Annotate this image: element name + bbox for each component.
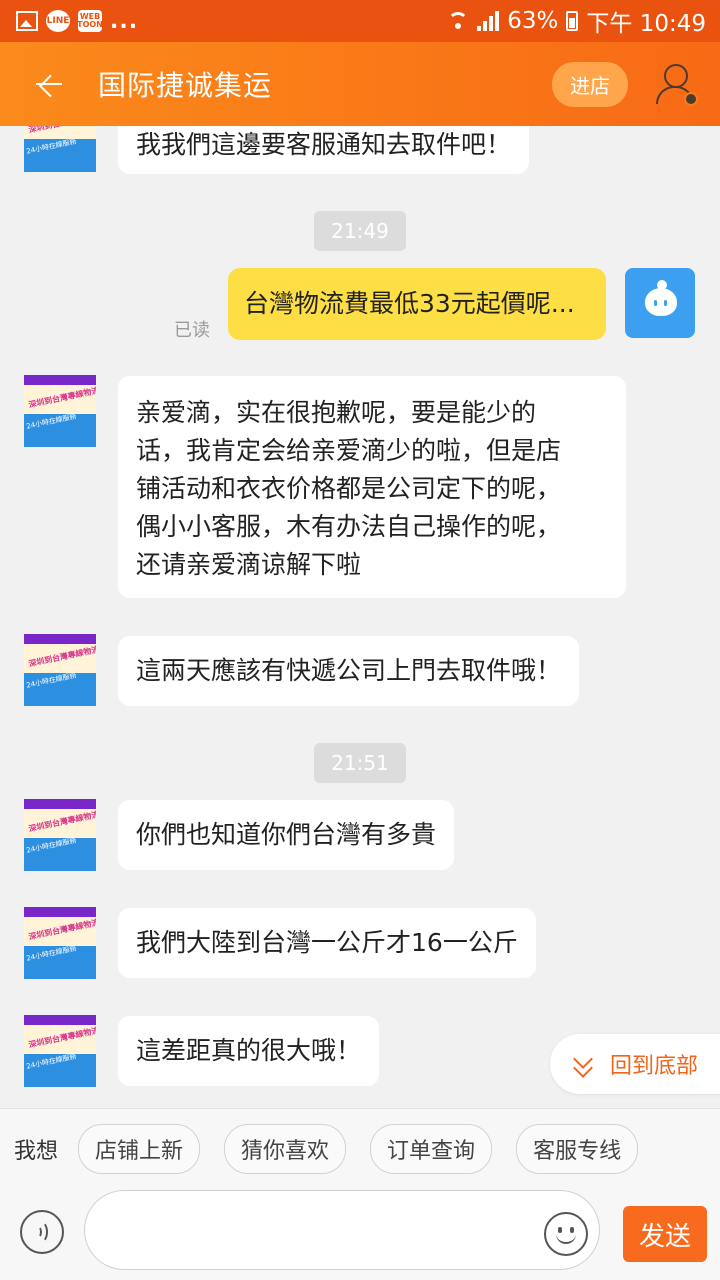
own-message-bubble[interactable]: 台灣物流費最低33元起價呢... <box>228 268 606 340</box>
message-bubble[interactable]: 你們也知道你們台灣有多貴 <box>118 800 455 870</box>
header-bar: 国际捷诚集运 进店 <box>0 42 720 126</box>
input-bar: 发送 <box>0 1188 720 1280</box>
quick-reply-bar: 我想 店铺上新 猜你喜欢 订单查询 客服专线 <box>0 1108 720 1189</box>
message-bubble[interactable]: 亲爱滴，实在很抱歉呢，要是能少的 话，我肯定会给亲爱滴少的啦，但是店 铺活动和衣… <box>118 376 626 598</box>
wifi-icon <box>447 12 469 30</box>
chip-recommendations[interactable]: 猜你喜欢 <box>224 1124 347 1174</box>
chip-customer-service[interactable]: 客服专线 <box>516 1124 639 1174</box>
back-to-bottom-button[interactable]: 回到底部 <box>550 1034 720 1094</box>
signal-icon <box>477 11 500 31</box>
webtoon-icon: WEB TOON <box>77 10 103 32</box>
page-title: 国际捷诚集运 <box>98 69 273 102</box>
message-bubble[interactable]: 這差距真的很大哦！ <box>118 1016 380 1086</box>
message-line: 还请亲爱滴谅解下啦 <box>136 550 362 579</box>
message-line: 亲爱滴，实在很抱歉呢，要是能少的 <box>136 398 537 427</box>
status-bar: LINE WEB TOON ... 63% 下午 10:49 <box>0 0 720 42</box>
quick-reply-label: 我想 <box>14 1139 59 1164</box>
back-to-bottom-label: 回到底部 <box>610 1054 699 1079</box>
back-arrow-icon[interactable] <box>28 64 68 104</box>
chip-new-arrivals[interactable]: 店铺上新 <box>78 1124 201 1174</box>
message-line: 偶小小客服，木有办法自己操作的呢， <box>136 512 562 541</box>
enter-shop-button[interactable]: 进店 <box>552 61 628 107</box>
message-input[interactable] <box>84 1190 600 1270</box>
emoji-icon[interactable] <box>544 1212 588 1256</box>
send-button[interactable]: 发送 <box>623 1206 707 1262</box>
agent-avatar[interactable]: 深圳到台灣專線物流24小時在線服務 <box>24 907 96 979</box>
more-notifications: ... <box>110 8 139 34</box>
message-line: 话，我肯定会给亲爱滴少的啦，但是店 <box>136 436 562 465</box>
battery-icon <box>566 11 579 31</box>
image-icon <box>16 11 38 31</box>
agent-avatar[interactable]: 深圳到台灣專線物流24小時在線服務 <box>24 375 96 447</box>
chip-order-query[interactable]: 订单查询 <box>370 1124 493 1174</box>
message-line: 铺活动和衣衣价格都是公司定下的呢， <box>136 474 562 503</box>
double-chevron-down-icon <box>572 1049 596 1078</box>
message-bubble[interactable]: 我們大陸到台灣一公斤才16一公斤 <box>118 908 536 978</box>
user-avatar[interactable] <box>625 268 695 338</box>
message-bubble[interactable]: 這兩天應該有快遞公司上門去取件哦！ <box>118 636 580 706</box>
agent-avatar[interactable]: 深圳到台灣專線物流24小時在線服務 <box>24 126 96 172</box>
clock: 下午 10:49 <box>586 11 706 37</box>
chat-area[interactable]: 深圳到台灣專線物流24小時在線服務 我我們這邊要客服通知去取件吧！ 21:49 … <box>0 126 720 1108</box>
agent-avatar[interactable]: 深圳到台灣專線物流24小時在線服務 <box>24 634 96 706</box>
timestamp: 21:49 <box>314 211 406 251</box>
read-status: 已读 <box>174 320 210 341</box>
agent-avatar[interactable]: 深圳到台灣專線物流24小時在線服務 <box>24 799 96 871</box>
line-icon: LINE <box>46 10 70 32</box>
voice-icon[interactable] <box>20 1210 64 1254</box>
timestamp: 21:51 <box>314 743 406 783</box>
battery-percent: 63% <box>507 8 559 34</box>
user-settings-icon[interactable] <box>654 62 698 106</box>
agent-avatar[interactable]: 深圳到台灣專線物流24小時在線服務 <box>24 1015 96 1087</box>
message-bubble[interactable]: 我我們這邊要客服通知去取件吧！ <box>118 126 530 174</box>
